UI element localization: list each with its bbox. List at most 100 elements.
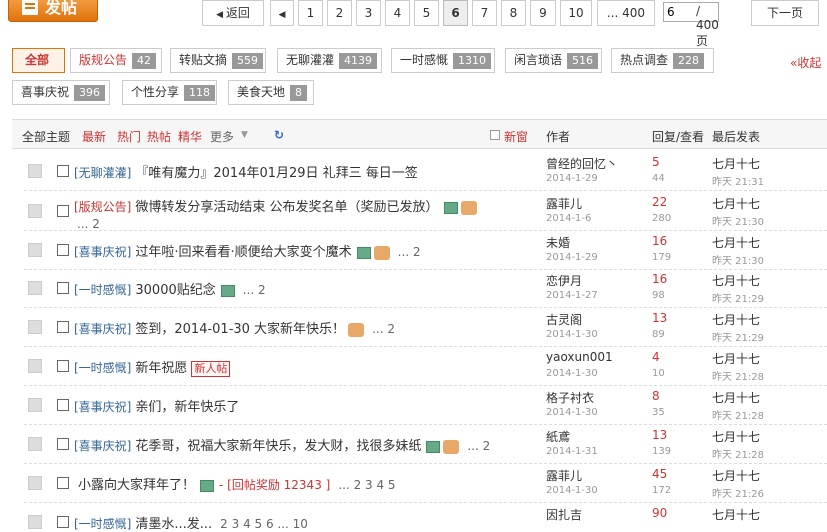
sort-latest[interactable]: 最新 [82, 128, 106, 145]
thread-category-link[interactable]: [无聊灌灌] [74, 166, 131, 180]
last-post-time[interactable]: 昨天 21:28 [712, 368, 764, 383]
thread-title-link[interactable]: 『唯有魔力』2014年01月29日 礼拜三 每日一签 [135, 166, 417, 181]
thread-author-link[interactable]: 恋伊月 [546, 272, 582, 289]
category-tag-4[interactable]: 一时感慨 1310 [391, 48, 495, 73]
thread-select-checkbox[interactable] [57, 477, 69, 489]
pager-page-6[interactable]: 6 [443, 0, 468, 26]
thread-title-link[interactable]: 花季哥，祝福大家新年快乐，发大财，找很多妹纸 [135, 439, 421, 454]
thread-reply-count[interactable]: 8 [652, 389, 660, 403]
last-post-time[interactable]: 昨天 21:26 [712, 485, 764, 500]
last-poster-link[interactable]: 七月十七 [712, 506, 760, 523]
pager-page-2[interactable]: 2 [327, 0, 352, 26]
pager-page-5[interactable]: 5 [414, 0, 439, 26]
category-tag-6[interactable]: 热点调查 228 [611, 48, 714, 73]
pager-page-input[interactable]: / 400 页 [663, 2, 719, 48]
last-poster-link[interactable]: 七月十七 [712, 195, 760, 212]
thread-select-checkbox[interactable] [57, 516, 69, 528]
thread-select-checkbox[interactable] [57, 321, 69, 333]
thread-category-link[interactable]: [版规公告] [74, 200, 131, 214]
thread-title-link[interactable]: 亲们，新年快乐了 [135, 400, 239, 415]
thread-reply-count[interactable]: 90 [652, 506, 667, 520]
pager-page-8[interactable]: 8 [501, 0, 526, 26]
thread-page-links[interactable]: ... 2 [467, 439, 490, 453]
more-dropdown[interactable]: 更多 [210, 128, 234, 145]
sort-digest[interactable]: 精华 [178, 128, 202, 145]
thread-author-link[interactable]: 未婚 [546, 234, 570, 251]
category-tag-5[interactable]: 闲言琐语 516 [505, 48, 602, 73]
collapse-link[interactable]: «收起 [790, 54, 821, 71]
thread-select-checkbox[interactable] [57, 282, 69, 294]
pager-page-9[interactable]: 9 [530, 0, 556, 26]
sort-hotposts[interactable]: 热帖 [147, 128, 171, 145]
thread-author-link[interactable]: 因扎吉 [546, 506, 582, 523]
thread-title-link[interactable]: 签到，2014-01-30 大家新年快乐！ [135, 322, 345, 337]
thread-page-links[interactable]: ... 2 [372, 322, 395, 336]
last-poster-link[interactable]: 七月十七 [712, 467, 760, 484]
last-poster-link[interactable]: 七月十七 [712, 155, 760, 172]
last-poster-link[interactable]: 七月十七 [712, 311, 760, 328]
category-tag-3[interactable]: 无聊灌灌 4139 [277, 48, 382, 73]
last-poster-link[interactable]: 七月十七 [712, 350, 760, 367]
thread-reply-count[interactable]: 4 [652, 350, 660, 364]
thread-title-link[interactable]: 小露向大家拜年了！ [78, 478, 195, 493]
pager-page-7[interactable]: 7 [472, 0, 497, 26]
new-window-checkbox[interactable] [490, 130, 500, 140]
thread-title-link[interactable]: 过年啦·回来看看·顺便给大家变个魔术 [135, 245, 351, 260]
pager-last-button[interactable]: ... 400 [597, 0, 655, 26]
thread-author-link[interactable]: 曾经的回忆丶 [546, 155, 618, 172]
category-tag-1[interactable]: 版规公告 42 [70, 48, 162, 73]
last-poster-link[interactable]: 七月十七 [712, 234, 760, 251]
category-tag-8[interactable]: 个性分享 118 [122, 80, 217, 105]
thread-select-checkbox[interactable] [57, 244, 69, 256]
last-post-time[interactable]: 昨天 21:29 [712, 329, 764, 344]
thread-author-link[interactable]: 古灵阁 [546, 311, 582, 328]
thread-category-link[interactable]: [喜事庆祝] [74, 400, 131, 414]
thread-reply-count[interactable]: 16 [652, 272, 667, 286]
last-post-time[interactable]: 昨天 21:31 [712, 173, 764, 188]
thread-page-links[interactable]: ... 2 [243, 283, 266, 297]
thread-author-link[interactable]: 格子衬衣 [546, 389, 594, 406]
pager-page-10[interactable]: 10 [560, 0, 592, 26]
thread-title-link[interactable]: 新年祝愿 [135, 361, 187, 376]
pager-page-3[interactable]: 3 [356, 0, 381, 26]
thread-category-link[interactable]: [喜事庆祝] [74, 245, 131, 259]
filter-all-topics[interactable]: 全部主题 [22, 128, 70, 145]
pager-prev-button[interactable]: ◀ [270, 0, 294, 26]
pager-page-field[interactable] [664, 3, 694, 21]
category-tag-7[interactable]: 喜事庆祝 396 [12, 80, 110, 105]
thread-select-checkbox[interactable] [57, 438, 69, 450]
last-poster-link[interactable]: 七月十七 [712, 389, 760, 406]
last-post-time[interactable]: 昨天 21:28 [712, 407, 764, 422]
thread-page-links[interactable]: 2 3 4 5 6 ... 10 [220, 517, 308, 531]
thread-reply-count[interactable]: 22 [652, 195, 667, 209]
thread-category-link[interactable]: [一时感慨] [74, 283, 131, 297]
sort-hot[interactable]: 热门 [117, 128, 141, 145]
thread-author-link[interactable]: 露菲儿 [546, 467, 582, 484]
pager-page-4[interactable]: 4 [385, 0, 410, 26]
thread-page-links[interactable]: ... 2 [77, 217, 477, 231]
last-post-time[interactable]: 昨天 21:28 [712, 446, 764, 461]
pager-next-button[interactable]: 下一页 [751, 0, 819, 26]
thread-category-link[interactable]: [一时感慨] [74, 517, 131, 531]
category-tag-2[interactable]: 转贴文摘 559 [170, 48, 266, 73]
thread-author-link[interactable]: 露菲儿 [546, 195, 582, 212]
thread-title-link[interactable]: 30000贴纪念 [135, 283, 215, 298]
thread-reply-count[interactable]: 45 [652, 467, 667, 481]
last-poster-link[interactable]: 七月十七 [712, 272, 760, 289]
thread-page-links[interactable]: ... 2 [398, 245, 421, 259]
last-post-time[interactable]: 昨天 21:30 [712, 213, 764, 228]
last-poster-link[interactable]: 七月十七 [712, 428, 760, 445]
last-post-time[interactable]: 昨天 21:29 [712, 290, 764, 305]
thread-reply-count[interactable]: 5 [652, 155, 660, 169]
thread-select-checkbox[interactable] [57, 360, 69, 372]
thread-select-checkbox[interactable] [57, 399, 69, 411]
new-post-button[interactable]: 发帖 [8, 0, 98, 22]
thread-category-link[interactable]: [一时感慨] [74, 361, 131, 375]
thread-reply-count[interactable]: 13 [652, 311, 667, 325]
pager-back-button[interactable]: ◀ 返回 [202, 0, 264, 26]
category-tag-9[interactable]: 美食天地 8 [228, 80, 314, 105]
thread-reply-count[interactable]: 13 [652, 428, 667, 442]
thread-page-links[interactable]: ... 2 3 4 5 [338, 478, 395, 492]
thread-select-checkbox[interactable] [57, 165, 69, 177]
thread-title-link[interactable]: 微博转发分享活动结束 公布发奖名单（奖励已发放） [135, 200, 438, 215]
